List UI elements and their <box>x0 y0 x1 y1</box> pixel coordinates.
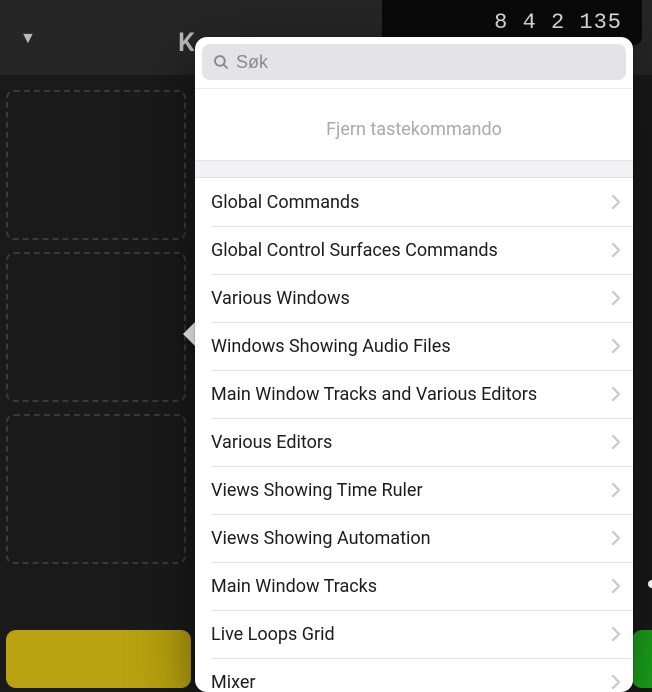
key-commands-popover: Fjern tastekommando Global Commands Glob… <box>195 37 633 692</box>
category-label: Various Windows <box>211 288 350 309</box>
chevron-right-icon <box>611 242 621 258</box>
category-item-various-windows[interactable]: Various Windows <box>195 274 633 322</box>
track-slot[interactable] <box>6 90 186 240</box>
chevron-right-icon <box>611 194 621 210</box>
category-label: Main Window Tracks and Various Editors <box>211 384 537 405</box>
category-label: Live Loops Grid <box>211 624 335 645</box>
category-item-global-commands[interactable]: Global Commands <box>195 178 633 226</box>
chevron-right-icon <box>611 674 621 690</box>
category-label: Views Showing Time Ruler <box>211 480 423 501</box>
category-list[interactable]: Global Commands Global Control Surfaces … <box>195 178 633 692</box>
track-slot[interactable] <box>6 414 186 564</box>
remove-key-command-button: Fjern tastekommando <box>195 88 633 160</box>
category-label: Windows Showing Audio Files <box>211 336 451 357</box>
search-field[interactable] <box>202 44 626 80</box>
dropdown-arrow-icon[interactable]: ▼ <box>20 28 36 48</box>
section-divider <box>195 160 633 178</box>
search-container <box>195 37 633 80</box>
empty-track-slots <box>6 90 186 576</box>
category-label: Views Showing Automation <box>211 528 431 549</box>
search-input[interactable] <box>236 52 616 73</box>
chevron-right-icon <box>611 290 621 306</box>
category-item-live-loops-grid[interactable]: Live Loops Grid <box>195 610 633 658</box>
category-label: Main Window Tracks <box>211 576 377 597</box>
category-item-windows-audio-files[interactable]: Windows Showing Audio Files <box>195 322 633 370</box>
chevron-right-icon <box>611 626 621 642</box>
search-icon <box>212 53 230 71</box>
category-label: Mixer <box>211 672 256 692</box>
chevron-right-icon <box>611 338 621 354</box>
bottom-control-yellow[interactable] <box>6 630 191 688</box>
chevron-right-icon <box>611 482 621 498</box>
category-item-various-editors[interactable]: Various Editors <box>195 418 633 466</box>
chevron-right-icon <box>611 578 621 594</box>
category-item-mixer[interactable]: Mixer <box>195 658 633 692</box>
category-item-views-automation[interactable]: Views Showing Automation <box>195 514 633 562</box>
category-item-views-time-ruler[interactable]: Views Showing Time Ruler <box>195 466 633 514</box>
category-label: Global Control Surfaces Commands <box>211 240 498 261</box>
chevron-right-icon <box>611 386 621 402</box>
scroll-indicator[interactable] <box>648 580 652 588</box>
track-slot[interactable] <box>6 252 186 402</box>
bottom-control-green[interactable] <box>632 630 652 688</box>
category-item-main-window-tracks[interactable]: Main Window Tracks <box>195 562 633 610</box>
category-item-global-control-surfaces[interactable]: Global Control Surfaces Commands <box>195 226 633 274</box>
category-label: Global Commands <box>211 192 359 213</box>
category-label: Various Editors <box>211 432 332 453</box>
chevron-right-icon <box>611 530 621 546</box>
chevron-right-icon <box>611 434 621 450</box>
category-item-main-window-tracks-editors[interactable]: Main Window Tracks and Various Editors <box>195 370 633 418</box>
app-logo-fragment: K <box>178 28 194 58</box>
